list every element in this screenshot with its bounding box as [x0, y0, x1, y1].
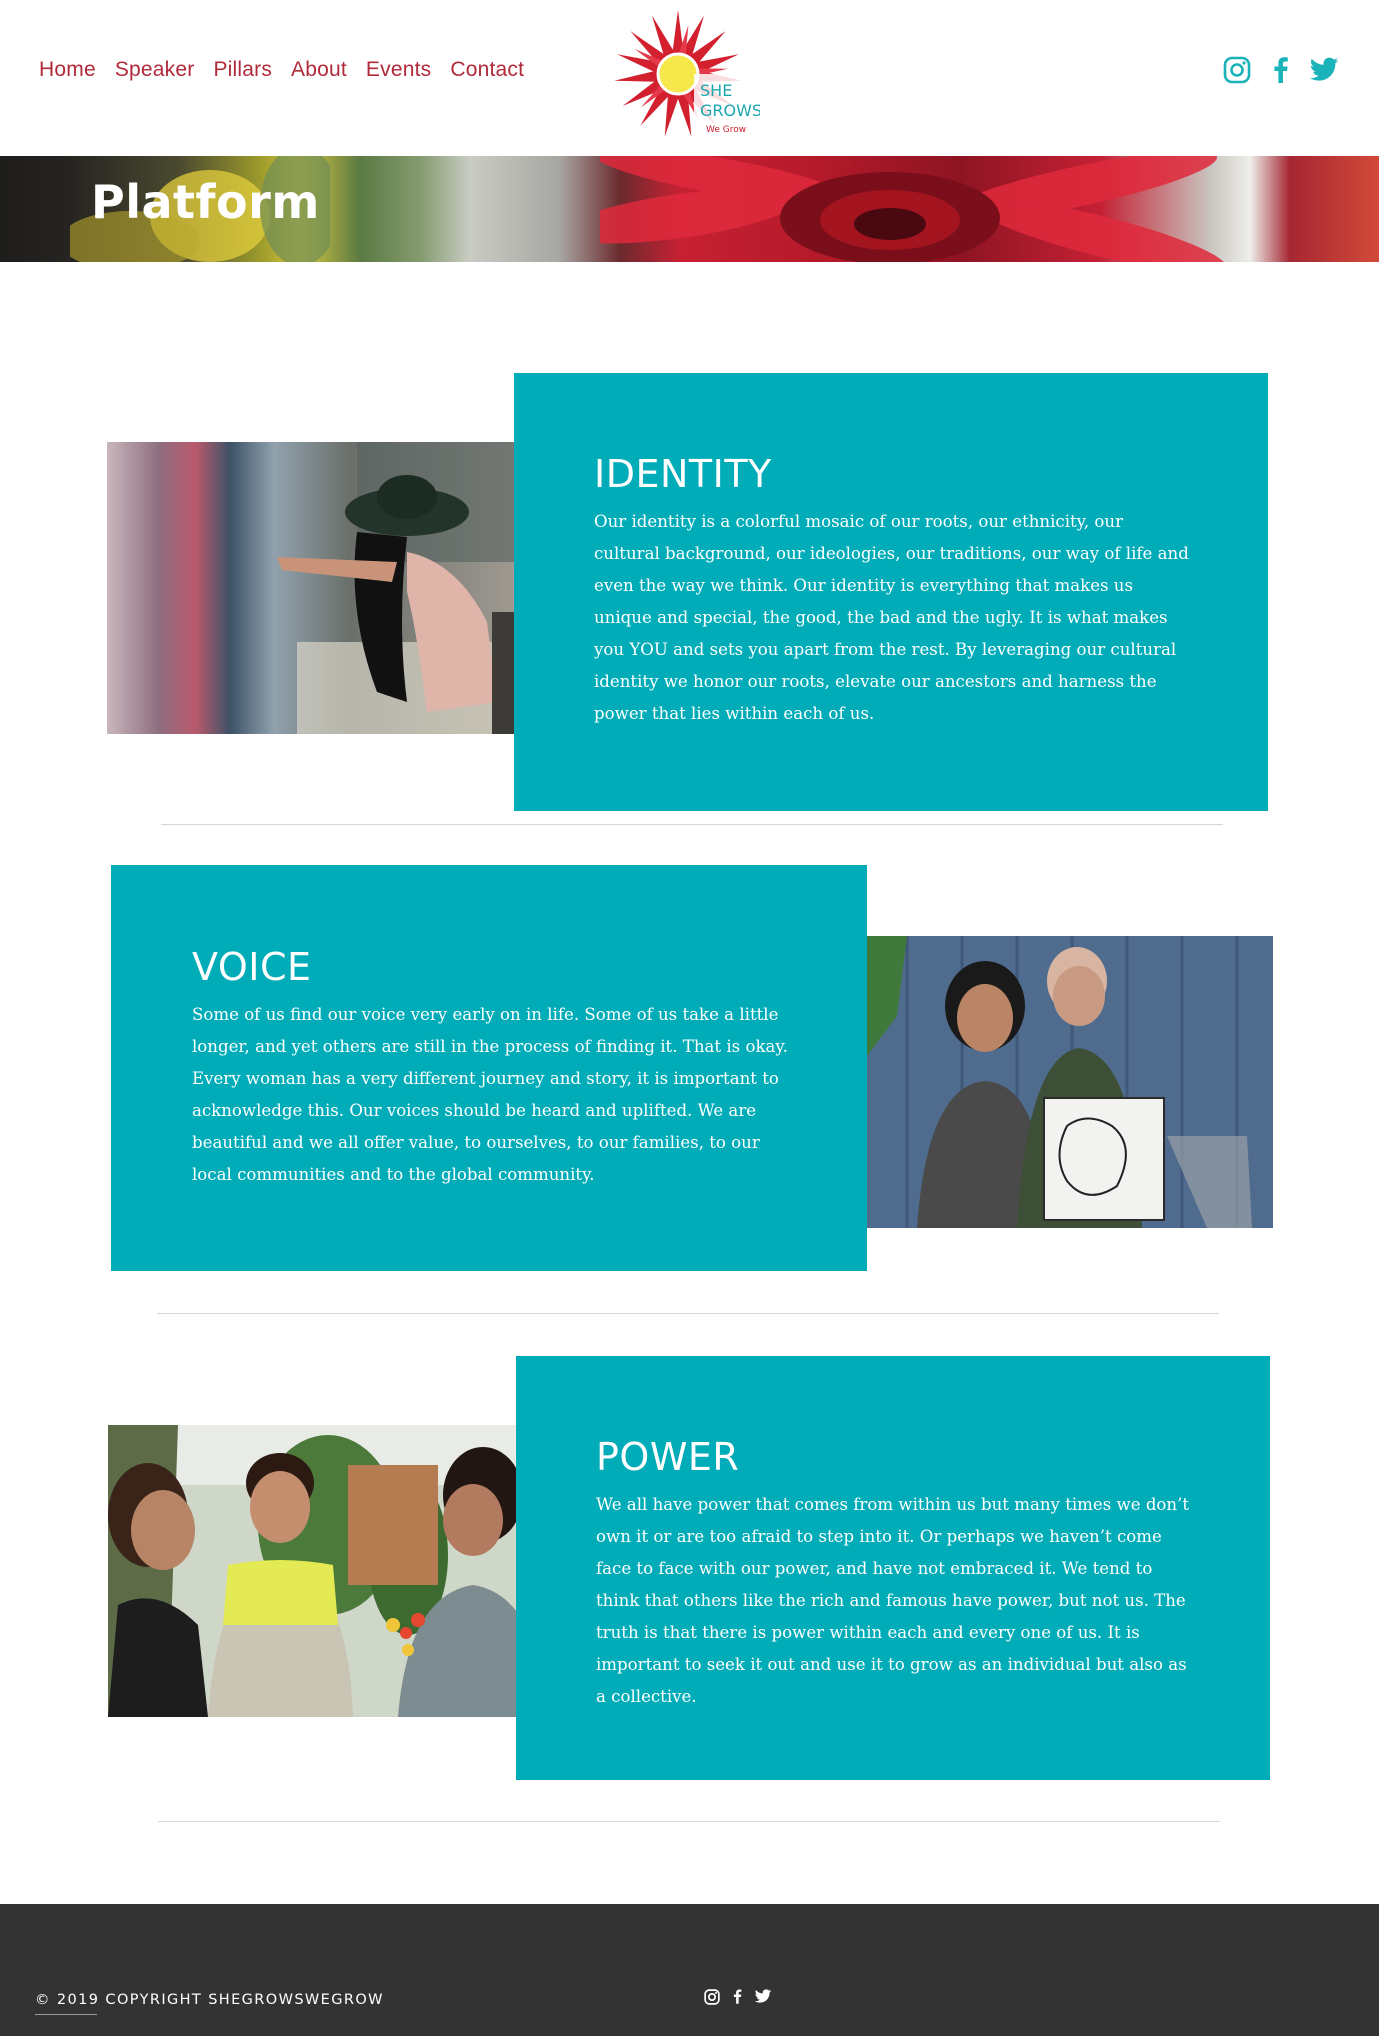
power-photo [108, 1425, 548, 1717]
power-title: POWER [596, 1435, 740, 1479]
twitter-icon[interactable] [1309, 57, 1339, 83]
nav-contact[interactable]: Contact [450, 58, 524, 82]
nav-events[interactable]: Events [366, 58, 431, 82]
instagram-icon[interactable] [704, 1988, 720, 2010]
site-footer [0, 1904, 1379, 2036]
logo-text-grows: GROWS [700, 101, 760, 120]
twitter-icon[interactable] [754, 1989, 772, 2009]
nav-pillars[interactable]: Pillars [213, 58, 272, 82]
copyright-underline [35, 2014, 97, 2015]
identity-body: Our identity is a colorful mosaic of our… [594, 512, 1189, 723]
section-divider [158, 1821, 1220, 1822]
logo-text-she: SHE [700, 81, 732, 100]
voice-photo [867, 936, 1273, 1228]
section-divider [161, 824, 1223, 825]
facebook-icon[interactable] [732, 1988, 742, 2010]
identity-title: IDENTITY [594, 452, 772, 496]
site-header: Home Speaker Pillars About Events Contac… [0, 0, 1379, 156]
instagram-icon[interactable] [1223, 56, 1251, 84]
voice-title: VOICE [192, 945, 312, 989]
copyright-text: © 2019 COPYRIGHT SHEGROWSWEGROW [35, 1992, 384, 2008]
power-body: We all have power that comes from within… [596, 1495, 1190, 1706]
site-logo[interactable]: SHE GROWS We Grow [610, 4, 762, 144]
identity-photo [107, 442, 547, 734]
nav-home[interactable]: Home [39, 58, 96, 82]
nav-about[interactable]: About [291, 58, 347, 82]
logo-text-wegrow: We Grow [706, 125, 746, 135]
facebook-icon[interactable] [1271, 56, 1289, 84]
section-divider [157, 1313, 1219, 1314]
header-social-links [1223, 56, 1339, 84]
footer-social-links [704, 1988, 772, 2010]
voice-body: Some of us find our voice very early on … [192, 1005, 788, 1184]
banner-flower-image [600, 156, 1227, 262]
page-title: Platform [91, 175, 320, 229]
nav-speaker[interactable]: Speaker [115, 58, 195, 82]
main-nav: Home Speaker Pillars About Events Contac… [39, 58, 543, 82]
page-banner: Platform [0, 156, 1379, 262]
